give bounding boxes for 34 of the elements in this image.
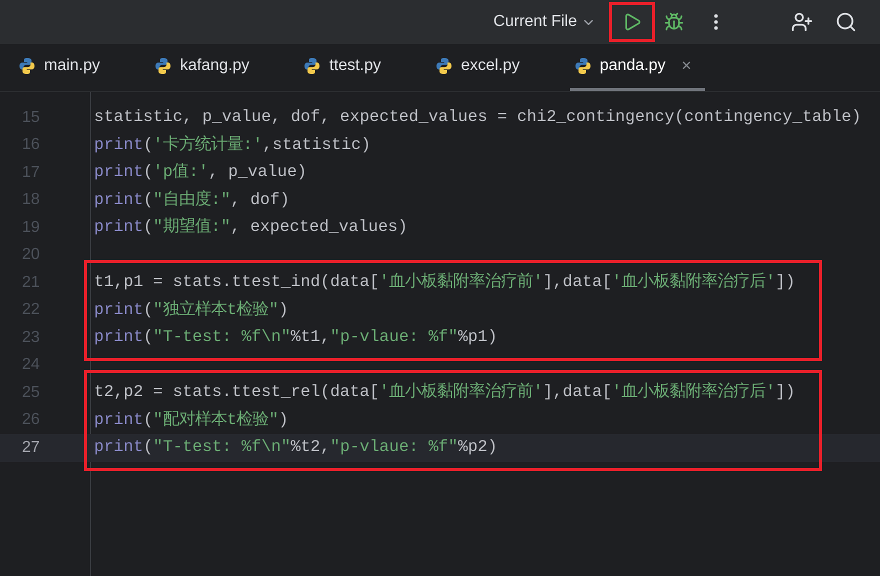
python-icon bbox=[154, 57, 172, 75]
python-icon bbox=[574, 57, 592, 75]
code-text: print("自由度:", dof) bbox=[94, 188, 290, 211]
code-text: t2,p2 = stats.ttest_rel(data['血小板黏附率治疗前'],data['血小板黏附率治疗后']) bbox=[94, 381, 796, 404]
code-text: print("T-test: %f\n"%t2,"p-vlaue: %f"%p2) bbox=[94, 436, 498, 458]
code-text: print("配对样本t检验") bbox=[94, 408, 288, 431]
tab-label: panda.py bbox=[600, 56, 666, 76]
more-icon bbox=[714, 14, 718, 30]
tab-label: kafang.py bbox=[180, 56, 250, 76]
tab-label: main.py bbox=[44, 56, 100, 76]
add-user-icon bbox=[791, 11, 813, 33]
python-icon bbox=[18, 57, 36, 75]
bug-icon bbox=[664, 12, 684, 32]
run-button[interactable] bbox=[612, 5, 652, 39]
file-tab[interactable]: excel.py bbox=[431, 44, 524, 91]
file-tab[interactable]: kafang.py bbox=[150, 44, 254, 91]
file-tab[interactable]: ttest.py bbox=[299, 44, 385, 91]
search-icon bbox=[835, 11, 857, 33]
line-number: 27 bbox=[21, 438, 41, 458]
code-text: statistic, p_value, dof, expected_values = chi2_contingency(contingency_table) bbox=[94, 106, 862, 128]
close-icon[interactable]: × bbox=[682, 53, 692, 79]
code-text: print('卡方统计量:',statistic) bbox=[94, 134, 371, 156]
run-config-dropdown[interactable]: Current File bbox=[493, 10, 596, 34]
code-text: print('p值:', p_value) bbox=[94, 161, 307, 184]
code-text: print("期望值:", expected_values) bbox=[94, 216, 408, 238]
file-tab[interactable]: main.py bbox=[14, 44, 104, 91]
file-tab[interactable]: panda.py × bbox=[570, 44, 706, 91]
python-icon bbox=[303, 57, 322, 75]
tab-label: ttest.py bbox=[329, 56, 381, 76]
code-text: print("T-test: %f\n"%t1,"p-vlaue: %f"%p1) bbox=[94, 326, 498, 348]
tab-label: excel.py bbox=[461, 56, 520, 76]
code-text: print("独立样本t检验") bbox=[94, 298, 288, 321]
code-text: t1,p1 = stats.ttest_ind(data['血小板黏附率治疗前'],data['血小板黏附率治疗后']) bbox=[94, 271, 796, 294]
python-icon bbox=[435, 57, 453, 75]
